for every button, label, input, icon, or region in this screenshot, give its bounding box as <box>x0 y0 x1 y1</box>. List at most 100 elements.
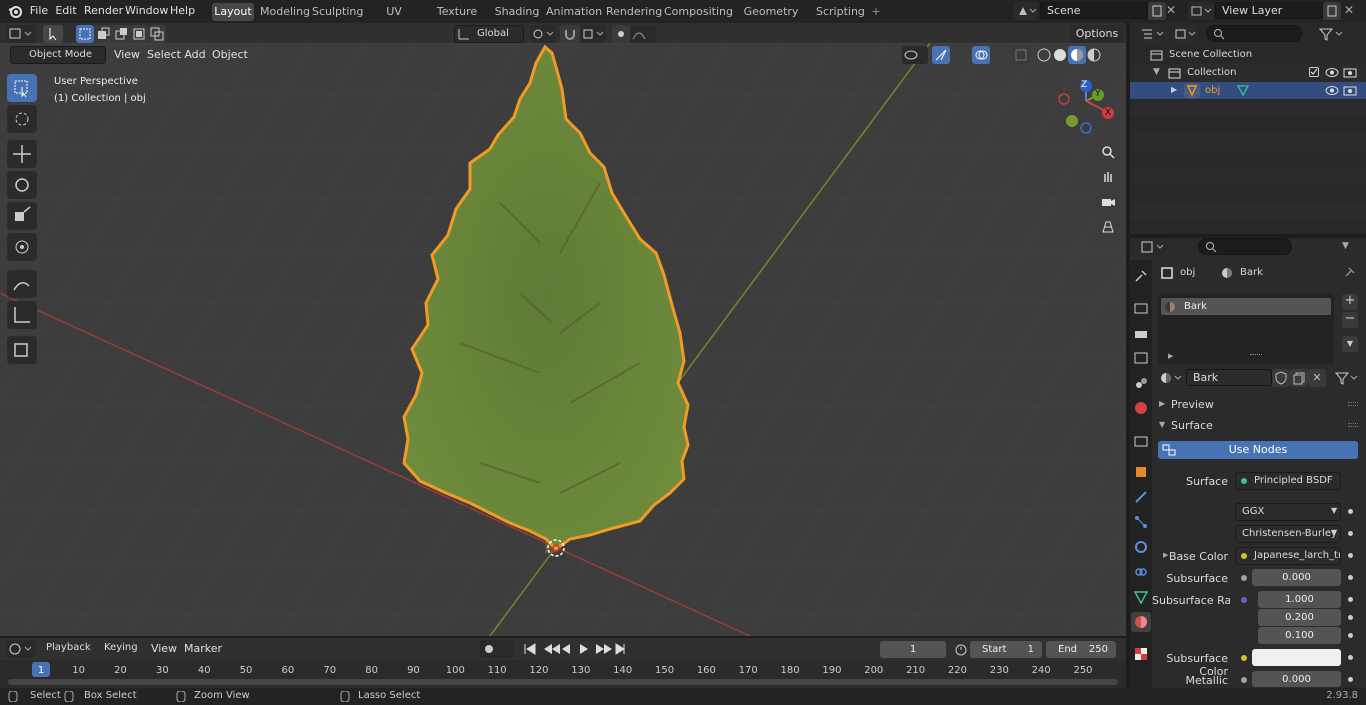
world-tab-icon[interactable] <box>1133 400 1149 416</box>
collection-expand-icon[interactable]: ▼ <box>1153 67 1160 77</box>
add-slot-button[interactable]: + <box>1342 294 1358 310</box>
tab-compositing[interactable]: Compositing <box>664 3 733 21</box>
menu-window[interactable]: Window <box>125 0 168 23</box>
editor-type-icon[interactable] <box>6 25 36 43</box>
snap-toggle-icon[interactable] <box>560 25 580 43</box>
view-layer-field[interactable]: View Layer <box>1215 2 1323 19</box>
radius-keyframe-dot[interactable] <box>1348 615 1353 620</box>
stopwatch-icon[interactable] <box>954 642 968 656</box>
perspective-toggle-icon[interactable] <box>1096 215 1120 239</box>
modifier-tab-icon[interactable] <box>1133 489 1149 505</box>
menu-file[interactable]: File <box>28 0 50 23</box>
browse-material-icon[interactable] <box>1158 369 1186 387</box>
outliner-editor-type-icon[interactable] <box>1138 25 1168 43</box>
viewport-menu-object[interactable]: Object <box>212 44 248 67</box>
properties-options-icon[interactable]: ▼ <box>1342 241 1349 251</box>
playback-menu[interactable]: Playback <box>40 640 96 658</box>
falloff-icon[interactable] <box>630 25 656 43</box>
new-view-layer-icon[interactable] <box>1323 2 1341 20</box>
menu-help[interactable]: Help <box>170 0 195 23</box>
options-button[interactable]: Options <box>1070 25 1124 43</box>
rotate-tool-icon[interactable] <box>7 171 37 199</box>
move-tool-icon[interactable] <box>7 140 37 168</box>
select-invert-icon[interactable] <box>130 25 148 43</box>
use-nodes-button[interactable]: Use Nodes <box>1158 441 1358 459</box>
tool-tab-icon[interactable] <box>1133 268 1149 284</box>
blender-logo-icon[interactable] <box>8 4 23 19</box>
distribution-select[interactable]: GGX <box>1235 503 1341 521</box>
overlay-toggle-icon[interactable] <box>972 46 990 64</box>
add-cube-tool-icon[interactable] <box>7 336 37 364</box>
playback-controls[interactable] <box>522 641 626 657</box>
timeline-editor-type-icon[interactable] <box>6 640 36 658</box>
slot-list-expand-icon[interactable]: ▶ <box>1168 352 1173 360</box>
select-subtract-icon[interactable] <box>112 25 130 43</box>
preview-drag-handle[interactable] <box>1348 402 1358 406</box>
delete-view-layer-icon[interactable]: ✕ <box>1344 3 1358 19</box>
cursor-tool-icon[interactable] <box>7 105 37 133</box>
add-workspace-icon[interactable]: + <box>869 3 883 21</box>
surface-drag-handle[interactable] <box>1348 423 1358 427</box>
object-tab-icon[interactable] <box>1133 464 1149 480</box>
rendered-shading-icon[interactable] <box>1086 46 1102 64</box>
tab-geometry-nodes[interactable]: Geometry Nodes <box>732 3 810 36</box>
obj-expand-icon[interactable]: ▶ <box>1171 85 1177 94</box>
subsurface-method-select[interactable]: Christensen-Burley <box>1235 525 1341 543</box>
radius-keyframe-dot[interactable] <box>1348 597 1353 602</box>
menu-edit[interactable]: Edit <box>55 0 77 23</box>
link-type-icon[interactable] <box>1334 370 1360 386</box>
timeline-menu-marker[interactable]: Marker <box>184 638 222 661</box>
material-tab-icon[interactable] <box>1131 612 1151 632</box>
display-mode-icon[interactable] <box>1172 25 1198 43</box>
subsurface-color-keyframe-dot[interactable] <box>1348 655 1353 660</box>
tab-scripting[interactable]: Scripting <box>816 3 865 21</box>
filter-icon[interactable] <box>1318 26 1346 42</box>
frame-start-field[interactable]: Start 1 <box>970 641 1042 658</box>
tab-uv-editing[interactable]: UV Editing <box>368 3 420 36</box>
outliner-search-input[interactable] <box>1206 25 1302 42</box>
remove-slot-button[interactable]: − <box>1342 312 1358 328</box>
tab-sculpting[interactable]: Sculpting <box>312 3 363 21</box>
duplicate-material-icon[interactable] <box>1290 369 1308 387</box>
frame-end-field[interactable]: End 250 <box>1046 641 1116 658</box>
subsurface-keyframe-dot[interactable] <box>1348 575 1353 580</box>
subsurface-field[interactable]: 0.000 <box>1252 569 1341 586</box>
pan-view-icon[interactable] <box>1096 165 1120 189</box>
particles-tab-icon[interactable] <box>1133 514 1149 530</box>
select-new-icon[interactable] <box>76 25 94 43</box>
base-color-keyframe-dot[interactable] <box>1348 553 1353 558</box>
select-tweak-icon[interactable] <box>43 25 63 43</box>
subsurface-color-swatch[interactable] <box>1252 649 1341 666</box>
proportional-edit-icon[interactable] <box>612 25 630 43</box>
current-frame-field[interactable]: 1 <box>880 641 946 658</box>
subsurface-radius-z[interactable]: 0.100 <box>1258 627 1341 644</box>
timeline-scrollbar[interactable] <box>8 679 1118 685</box>
scene-tab-icon[interactable] <box>1133 375 1149 391</box>
snap-target-icon[interactable] <box>580 25 606 43</box>
subsurface-radius-y[interactable]: 0.200 <box>1258 609 1341 626</box>
select-intersect-icon[interactable] <box>148 25 166 43</box>
zoom-view-icon[interactable] <box>1096 140 1120 164</box>
tab-rendering[interactable]: Rendering <box>606 3 662 21</box>
pin-icon[interactable] <box>1342 266 1356 280</box>
obj-render-icon[interactable] <box>1343 85 1357 96</box>
collection-exclude-checkbox[interactable] <box>1309 67 1319 77</box>
surface-shader-field[interactable]: Principled BSDF <box>1235 472 1341 490</box>
tab-shading[interactable]: Shading <box>494 3 540 21</box>
output-tab-icon[interactable] <box>1133 325 1149 341</box>
viewport-menu-view[interactable]: View <box>113 44 141 67</box>
collection-tab-icon[interactable] <box>1133 433 1149 449</box>
fake-user-icon[interactable] <box>1272 369 1290 387</box>
collection-visibility-icon[interactable] <box>1325 67 1339 78</box>
tab-layout[interactable]: Layout <box>212 3 254 21</box>
new-scene-icon[interactable] <box>1148 2 1166 20</box>
tab-animation[interactable]: Animation <box>546 3 602 21</box>
annotate-tool-icon[interactable] <box>7 270 37 298</box>
view-layer-tab-icon[interactable] <box>1133 350 1149 366</box>
viewport-menu-add[interactable]: Add <box>183 44 207 67</box>
keying-menu[interactable]: Keying <box>98 640 146 658</box>
visibility-icon[interactable] <box>902 46 928 64</box>
slot-list-resize-handle[interactable] <box>1250 354 1262 357</box>
metallic-field[interactable]: 0.000 <box>1252 671 1341 687</box>
obj-visibility-icon[interactable] <box>1325 85 1339 96</box>
